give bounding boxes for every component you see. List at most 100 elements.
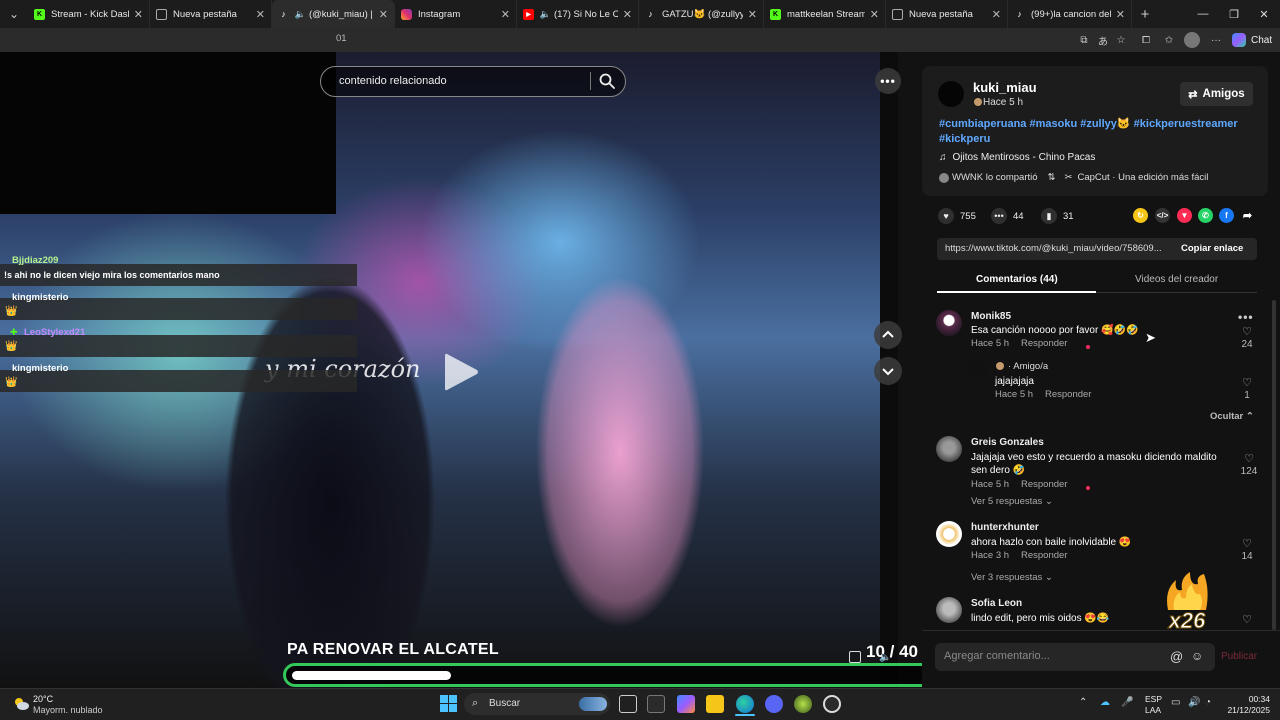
tab-comments[interactable]: Comentarios (44) [976,274,1058,285]
speaker-icon[interactable]: 🔈 [540,9,551,20]
search-highlight-icon[interactable] [579,697,607,711]
display-icon[interactable]: ▭ [1171,697,1180,708]
copilot-app-icon[interactable] [677,695,695,713]
translate-icon[interactable]: あ [1095,32,1111,48]
task-view-icon[interactable] [619,695,637,713]
input-language[interactable]: ESP [1145,694,1162,704]
send-to-friends-icon[interactable]: ▼ [1177,208,1192,223]
capcut-link[interactable]: CapCut · Una edición más fácil [1077,172,1208,183]
view-replies-button[interactable]: Ver 5 respuestas ⌄ [971,496,1053,507]
save-stat[interactable]: ▮ 31 [1041,208,1074,224]
commenter-avatar[interactable] [936,521,962,547]
new-tab-button[interactable]: + [1132,0,1158,28]
tab-tiktok-gatzu[interactable]: ♪ GATZU🐱 (@zullyy3.0) | TikTok ✕ [639,0,764,28]
window-close-icon[interactable]: ✕ [1248,0,1280,28]
author-name[interactable]: kuki_miau [973,80,1037,95]
comment-username[interactable]: Monik85 [971,311,1011,322]
embed-code-icon[interactable]: </> [1155,208,1170,223]
reply-button[interactable]: Responder [1021,550,1067,561]
weather-description[interactable]: Mayorm. nublado [33,705,103,715]
favorite-star-icon[interactable]: ☆ [1113,32,1129,48]
tab-tiktok-kuki[interactable]: ♪ 🔈 (@kuki_miau) | TikTok ✕ [272,0,395,28]
reply-button[interactable]: Responder [1021,338,1067,349]
edge-browser-icon[interactable] [736,695,754,713]
close-icon[interactable]: ✕ [256,8,265,21]
favorites-icon[interactable]: ✩ [1161,32,1177,48]
reply-like[interactable]: ♡ 1 [1235,376,1259,401]
close-icon[interactable]: ✕ [379,8,388,21]
shared-by-text[interactable]: WWNK lo compartió [952,172,1038,183]
facebook-icon[interactable]: f [1219,208,1234,223]
extensions-icon[interactable]: ⧠ [1138,32,1154,48]
comment-like[interactable]: ♡ 24 [1235,325,1259,350]
tab-tiktok-cancion[interactable]: ♪ (99+)la cancion del #zull ✕ [1008,0,1132,28]
volume-icon[interactable]: 🔈 [879,652,891,663]
close-icon[interactable]: ✕ [748,8,757,21]
address-url-tail[interactable]: 01 [336,33,347,44]
speaker-icon[interactable]: 🔊 [1188,697,1200,708]
author-avatar[interactable] [938,81,964,107]
close-icon[interactable]: ✕ [992,8,1001,21]
reply-avatar[interactable] [970,360,988,378]
clock-date[interactable]: 21/12/2025 [1222,705,1270,715]
search-icon[interactable] [598,72,616,90]
restore-icon[interactable]: ❐ [1218,0,1250,28]
open-in-app-icon[interactable]: ⧉ [1076,32,1092,48]
clock-time[interactable]: 00:34 [1240,694,1270,704]
comments-scrollbar[interactable] [1272,300,1276,630]
cloudy-weather-icon[interactable] [12,694,30,712]
tab-creator-videos[interactable]: Videos del creador [1135,274,1218,285]
comment-stat[interactable]: ••• 44 [991,208,1024,224]
file-explorer-icon[interactable] [706,695,724,713]
windows-start-icon[interactable] [440,695,457,712]
comment-like[interactable]: ♡ 124 [1235,452,1263,477]
friends-button[interactable]: ⇄ Amigos [1180,82,1253,106]
taskbar-search-text[interactable]: Buscar [489,698,520,709]
comment-more-icon[interactable]: ••• [1238,310,1254,324]
speaker-icon[interactable]: 🔈 [295,9,306,20]
comment-username[interactable]: Sofia Leon [971,598,1022,609]
hide-replies-button[interactable]: Ocultar ⌃ [1210,411,1254,422]
discord-icon[interactable] [765,695,783,713]
tab-instagram[interactable]: Instagram ✕ [395,0,517,28]
tab-new-1[interactable]: Nueva pestaña ✕ [150,0,272,28]
comment-like[interactable]: ♡ [1235,613,1259,626]
video-more-options-icon[interactable]: ••• [875,68,901,94]
obs-icon[interactable] [823,695,841,713]
music-line[interactable]: ♫ Ojitos Mentirosos - Chino Pacas [939,152,1095,163]
more-menu-icon[interactable]: ··· [1208,32,1224,48]
notification-bell-icon[interactable]: ◔ [1205,697,1211,708]
onedrive-icon[interactable]: ☁ [1100,697,1110,708]
reply-username[interactable]: · Amigo/a [1008,361,1048,372]
store-icon[interactable] [647,695,665,713]
like-stat[interactable]: ♥ 755 [938,208,976,224]
tab-kick-mattkeelan[interactable]: K mattkeelan Stream - Watch ✕ [764,0,886,28]
related-search-text[interactable]: contenido relacionado [339,75,447,87]
app-icon[interactable] [794,695,812,713]
repost-share-icon[interactable]: ↻ [1133,208,1148,223]
share-arrow-icon[interactable]: ➦ [1240,208,1255,223]
tab-youtube[interactable]: ▶ 🔈 (17) Si No Le Contesto ✕ [517,0,639,28]
commenter-avatar[interactable] [936,310,962,336]
video-url-text[interactable]: https://www.tiktok.com/@kuki_miau/video/… [945,243,1170,254]
emoji-icon[interactable]: ☺ [1191,649,1203,663]
comment-username[interactable]: Greis Gonzales [971,437,1044,448]
mention-at-icon[interactable]: @ [1170,649,1183,664]
publish-button[interactable]: Publicar [1221,651,1257,662]
copy-link-button[interactable]: Copiar enlace [1181,243,1243,254]
profile-avatar-icon[interactable] [1184,32,1200,48]
close-icon[interactable]: ✕ [501,8,510,21]
tab-list-chevron-icon[interactable]: ⌄ [0,0,28,28]
close-icon[interactable]: ✕ [623,8,632,21]
minimize-icon[interactable]: — [1187,0,1219,28]
whatsapp-icon[interactable]: ✆ [1198,208,1213,223]
close-icon[interactable]: ✕ [134,8,143,21]
next-video-chevron-down-icon[interactable] [874,357,902,385]
play-icon[interactable] [441,350,481,394]
post-hashtags[interactable]: #cumbiaperuana #masoku #zullyy🐱 #kickper… [939,117,1249,147]
pip-icon[interactable] [849,651,861,663]
keyboard-layout[interactable]: LAA [1145,705,1161,715]
comment-username[interactable]: hunterxhunter [971,522,1039,533]
comment-placeholder[interactable]: Agregar comentario... [944,650,1050,662]
weather-temperature[interactable]: 20°C [33,694,53,704]
